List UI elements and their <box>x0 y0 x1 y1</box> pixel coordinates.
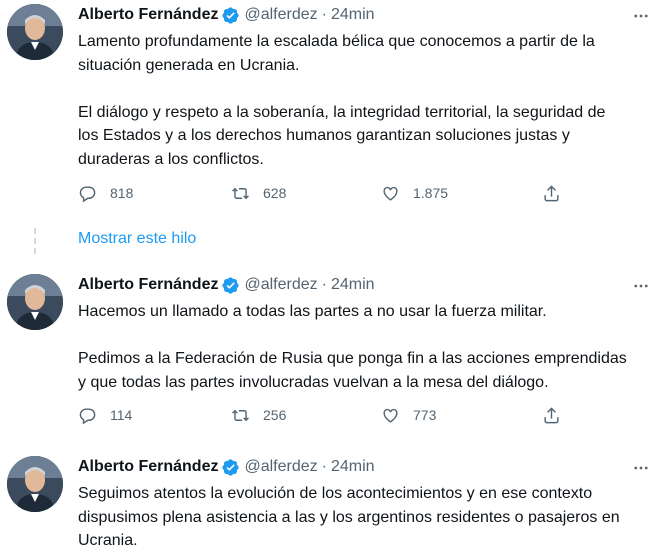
tweet-paragraph: Pedimos a la Federación de Rusia que pon… <box>78 350 627 391</box>
tweet-header: Alberto Fernández @alferdez · 24min <box>78 456 375 478</box>
verified-badge-icon <box>221 276 240 295</box>
timestamp[interactable]: 24min <box>331 458 375 476</box>
separator-dot: · <box>321 6 327 23</box>
share-icon <box>542 406 561 425</box>
heart-icon <box>381 184 400 203</box>
author-handle[interactable]: @alferdez <box>244 6 317 24</box>
retweet-icon <box>231 184 250 203</box>
reply-icon <box>78 406 97 425</box>
timestamp[interactable]: 24min <box>331 276 375 294</box>
thread-connector <box>34 248 36 254</box>
more-options-icon[interactable] <box>631 458 651 478</box>
heart-icon <box>381 406 400 425</box>
tweet-1[interactable]: Alberto Fernández @alferdez · 24min Lame… <box>0 0 665 225</box>
author-name[interactable]: Alberto Fernández <box>78 458 218 476</box>
author-handle[interactable]: @alferdez <box>244 276 317 294</box>
tweet-paragraph: El diálogo y respeto a la soberanía, la … <box>78 103 606 168</box>
tweet-text: Hacemos un llamado a todas las partes a … <box>78 300 653 394</box>
avatar[interactable] <box>7 4 63 60</box>
tweet-header: Alberto Fernández @alferdez · 24min <box>78 4 375 26</box>
thread-connector <box>34 238 36 244</box>
retweet-count: 256 <box>263 407 287 423</box>
author-handle[interactable]: @alferdez <box>244 458 317 476</box>
share-button[interactable] <box>542 182 561 204</box>
retweet-count: 628 <box>263 185 287 201</box>
reply-button[interactable]: 818 <box>78 182 133 204</box>
tweet-2[interactable]: Alberto Fernández @alferdez · 24min Hace… <box>0 270 665 440</box>
reply-count: 818 <box>110 185 134 201</box>
separator-dot: · <box>321 458 327 475</box>
avatar[interactable] <box>7 274 63 330</box>
tweet-paragraph: Lamento profundamente la escalada bélica… <box>78 33 595 74</box>
share-button[interactable] <box>542 404 561 426</box>
thread-connector <box>34 228 36 234</box>
show-thread-link[interactable]: Mostrar este hilo <box>78 230 196 248</box>
author-name[interactable]: Alberto Fernández <box>78 276 218 294</box>
like-count: 1.875 <box>413 185 449 201</box>
timestamp[interactable]: 24min <box>331 6 375 24</box>
author-name[interactable]: Alberto Fernández <box>78 6 218 24</box>
like-count: 773 <box>413 407 437 423</box>
verified-badge-icon <box>221 458 240 477</box>
share-icon <box>542 184 561 203</box>
reply-button[interactable]: 114 <box>78 404 132 426</box>
separator-dot: · <box>321 276 327 293</box>
verified-badge-icon <box>221 6 240 25</box>
tweet-text: Seguimos atentos la evolución de los aco… <box>78 482 653 553</box>
like-button[interactable]: 1.875 <box>381 182 448 204</box>
tweet-paragraph: Seguimos atentos la evolución de los aco… <box>78 485 620 549</box>
tweet-actions: 818 628 1.875 <box>78 182 568 204</box>
retweet-icon <box>231 406 250 425</box>
like-button[interactable]: 773 <box>381 404 436 426</box>
reply-count: 114 <box>110 407 133 423</box>
avatar[interactable] <box>7 456 63 512</box>
retweet-button[interactable]: 628 <box>231 182 286 204</box>
tweet-header: Alberto Fernández @alferdez · 24min <box>78 274 375 296</box>
tweet-text: Lamento profundamente la escalada bélica… <box>78 30 653 171</box>
retweet-button[interactable]: 256 <box>231 404 286 426</box>
reply-icon <box>78 184 97 203</box>
more-options-icon[interactable] <box>631 6 651 26</box>
more-options-icon[interactable] <box>631 276 651 296</box>
tweet-3[interactable]: Alberto Fernández @alferdez · 24min Segu… <box>0 452 665 558</box>
tweet-paragraph: Hacemos un llamado a todas las partes a … <box>78 303 547 320</box>
tweet-actions: 114 256 773 <box>78 404 568 426</box>
